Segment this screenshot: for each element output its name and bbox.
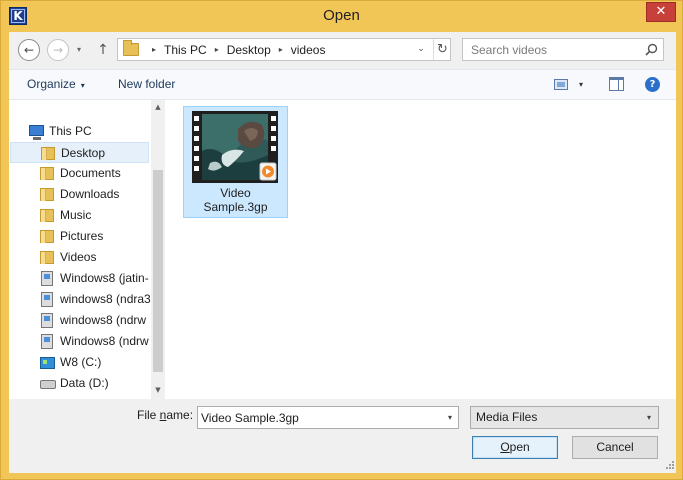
nav-item-network-drive-2[interactable]: windows8 (ndra3	[40, 289, 151, 310]
scroll-down-button[interactable]: ▼	[151, 383, 165, 397]
navigation-tree: This PC Desktop Documents Downloads Musi…	[9, 100, 151, 399]
folder-icon	[41, 147, 55, 160]
file-name-input[interactable]	[198, 407, 438, 428]
nav-item-label: windows8 (ndra3	[60, 292, 151, 306]
label-text: File	[137, 408, 160, 422]
file-name-label: File name:	[137, 408, 193, 422]
organize-label: Organize	[27, 77, 76, 91]
navigation-pane: This PC Desktop Documents Downloads Musi…	[9, 100, 165, 399]
nav-item-music[interactable]: Music	[40, 205, 151, 226]
nav-item-documents[interactable]: Documents	[40, 163, 151, 184]
view-options-dropdown[interactable]: ▾	[579, 70, 583, 99]
file-list[interactable]: Video Sample.3gp	[165, 100, 676, 399]
network-drive-icon	[41, 271, 53, 286]
scrollbar-thumb[interactable]	[153, 170, 163, 372]
refresh-button[interactable]: ↻	[433, 39, 451, 60]
file-name-dropdown-button[interactable]: ▾	[442, 407, 458, 428]
network-drive-icon	[41, 313, 53, 328]
nav-item-label: Pictures	[60, 229, 104, 243]
address-bar[interactable]: ▸ This PC ▸ Desktop ▸ videos ⌄ ↻	[117, 38, 451, 61]
file-type-filter-value: Media Files	[476, 410, 538, 424]
breadcrumb-separator[interactable]: ▸	[152, 45, 156, 54]
nav-item-drive-d[interactable]: Data (D:)	[40, 373, 151, 394]
forward-button[interactable]: →	[47, 39, 69, 61]
breadcrumb: ▸ This PC ▸ Desktop ▸ videos	[144, 39, 325, 60]
cancel-button[interactable]: Cancel	[572, 436, 658, 459]
nav-item-network-drive-1[interactable]: Windows8 (jatin-	[40, 268, 151, 289]
nav-item-label: Windows8 (jatin-	[60, 271, 149, 285]
button-accelerator: O	[500, 440, 510, 454]
nav-item-label: windows8 (ndrw	[60, 313, 147, 327]
new-folder-button[interactable]: New folder	[118, 70, 175, 99]
breadcrumb-desktop[interactable]: Desktop	[227, 43, 271, 57]
navigation-scrollbar[interactable]: ▲ ▼	[151, 100, 165, 399]
video-file-icon	[192, 111, 278, 183]
up-button[interactable]: ↑	[95, 40, 111, 60]
nav-item-label: Windows8 (ndrw	[60, 334, 149, 348]
window-title: Open	[323, 7, 360, 24]
folder-icon	[40, 209, 54, 222]
scroll-up-button[interactable]: ▲	[151, 100, 165, 114]
nav-item-label: Music	[60, 208, 92, 222]
nav-item-label: This PC	[49, 124, 92, 138]
nav-item-videos[interactable]: Videos	[40, 247, 151, 268]
file-name: Video Sample.3gp	[184, 186, 287, 214]
folder-icon	[40, 251, 54, 264]
search-icon[interactable]	[643, 42, 659, 58]
organize-button[interactable]: Organize ▾	[27, 70, 85, 99]
nav-item-desktop[interactable]: Desktop	[10, 142, 149, 163]
nav-item-label: Videos	[60, 250, 97, 264]
file-name-line: Video	[220, 186, 251, 200]
nav-item-this-pc[interactable]: This PC	[27, 121, 151, 142]
command-bar: Organize ▾ New folder ▾ ?	[9, 69, 676, 100]
nav-item-pictures[interactable]: Pictures	[40, 226, 151, 247]
chevron-down-icon: ▾	[646, 413, 651, 422]
label-text: ame:	[166, 408, 194, 422]
drive-icon	[40, 380, 56, 389]
folder-icon	[40, 188, 54, 201]
windows-drive-icon	[40, 357, 55, 369]
dialog-client-area: ← → ▾ ↑ ▸ This PC ▸ Desktop ▸ videos ⌄ ↻	[9, 32, 676, 473]
file-type-filter[interactable]: Media Files ▾	[470, 406, 659, 429]
nav-item-network-drive-3[interactable]: windows8 (ndrw	[40, 310, 151, 331]
file-name-line: Sample.3gp	[203, 200, 268, 214]
open-dialog: K Open ✕ ← → ▾ ↑ ▸ This PC ▸ Desktop ▸ v…	[0, 0, 683, 480]
file-name-combobox[interactable]: ▾	[197, 406, 459, 429]
breadcrumb-videos[interactable]: videos	[291, 43, 326, 57]
nav-item-label: Documents	[60, 166, 121, 180]
folder-icon	[40, 230, 54, 243]
folder-icon	[123, 40, 139, 56]
network-drive-icon	[41, 292, 53, 307]
address-dropdown-button[interactable]: ⌄	[414, 39, 428, 60]
nav-item-downloads[interactable]: Downloads	[40, 184, 151, 205]
nav-item-label: Desktop	[61, 146, 106, 160]
file-item-video-sample[interactable]: Video Sample.3gp	[183, 106, 288, 218]
folder-icon	[40, 167, 54, 180]
search-input[interactable]	[463, 39, 643, 60]
breadcrumb-this-pc[interactable]: This PC	[164, 43, 207, 57]
preview-pane-icon[interactable]	[609, 77, 624, 91]
help-icon[interactable]: ?	[645, 77, 660, 92]
change-view-icon[interactable]	[554, 79, 568, 90]
breadcrumb-separator[interactable]: ▸	[279, 45, 283, 54]
nav-item-label: Data (D:)	[60, 376, 109, 390]
chevron-down-icon: ▾	[80, 81, 85, 90]
nav-item-drive-c[interactable]: W8 (C:)	[40, 352, 151, 373]
resize-grip-icon[interactable]	[663, 460, 675, 472]
open-button[interactable]: Open	[472, 436, 558, 459]
nav-item-label: W8 (C:)	[60, 355, 102, 369]
recent-locations-dropdown[interactable]: ▾	[77, 40, 81, 60]
computer-icon	[29, 125, 44, 140]
breadcrumb-separator[interactable]: ▸	[215, 45, 219, 54]
nav-item-label: Downloads	[60, 187, 120, 201]
network-drive-icon	[41, 334, 53, 349]
nav-item-network-drive-4[interactable]: Windows8 (ndrw	[40, 331, 151, 352]
button-label: pen	[509, 440, 530, 454]
back-button[interactable]: ←	[18, 39, 40, 61]
search-box[interactable]	[462, 38, 664, 61]
close-button[interactable]: ✕	[646, 2, 676, 22]
title-bar[interactable]: K Open ✕	[1, 1, 682, 32]
